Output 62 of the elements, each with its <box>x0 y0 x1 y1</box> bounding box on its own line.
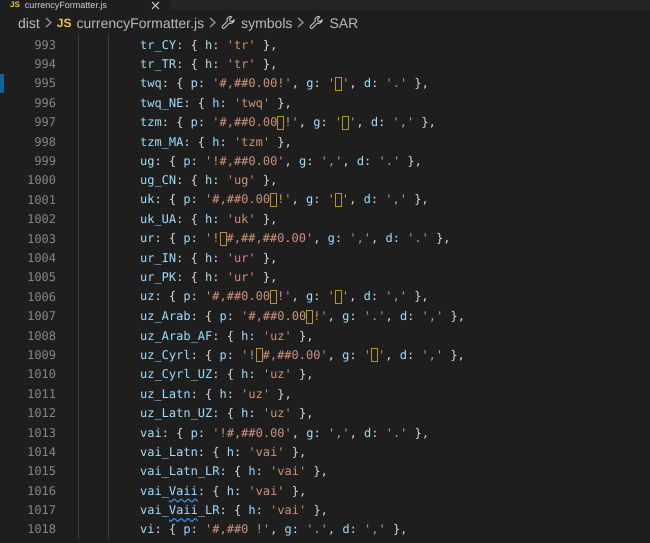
code-line: uz_Cyrl_UZ: { h: 'uz' }, <box>140 367 314 382</box>
line-number: 1015 <box>27 464 56 478</box>
code-line: ur_IN: { h: 'ur' }, <box>140 250 278 265</box>
line-number: 1009 <box>27 348 56 362</box>
line-number: 1014 <box>27 444 56 459</box>
code-line: ug_CN: { h: 'ug' }, <box>140 173 278 188</box>
line-number: 1012 <box>27 406 56 420</box>
code-line: uz_Arab: { p: '#,##0.00 !', g: '.', d: ',' }, <box>140 308 465 324</box>
line-number: 1016 <box>27 484 56 498</box>
line-number: 1004 <box>27 250 56 265</box>
line-number: 1007 <box>27 309 56 324</box>
code-line: ur_PK: { h: 'ur' }, <box>140 270 278 284</box>
line-number: 1003 <box>27 232 56 246</box>
code-line: tzm: { p: '#,##0.00 !', g: ' ', d: ',' }, <box>140 114 436 130</box>
close-icon[interactable] <box>151 0 160 10</box>
line-number: 1008 <box>27 328 56 343</box>
code-line: tr_TR: { h: 'tr' }, <box>140 57 278 72</box>
line-number: 1017 <box>27 503 56 518</box>
code-line: vai_Latn_LR: { h: 'vai' }, <box>140 464 328 478</box>
line-number: 993 <box>34 38 56 52</box>
code-line: uz_Latn: { h: 'uz' }, <box>140 386 292 401</box>
code-line: vai_Vaii_LR: { h: 'vai' }, <box>140 503 328 518</box>
line-number: 1005 <box>27 270 56 284</box>
breadcrumb-item[interactable]: symbols <box>241 14 292 30</box>
line-number: 1006 <box>27 290 56 304</box>
code-line: twq: { p: '#,##0.00!', g: ' ', d: '.' }, <box>140 76 429 91</box>
code-line: uz_Arab_AF: { h: 'uz' }, <box>140 328 314 343</box>
code-line: vi: { p: '#,##0 !', g: '.', d: ',' }, <box>140 522 408 536</box>
code-line: tzm_MA: { h: 'tzm' }, <box>140 134 292 149</box>
code-line: tr_CY: { h: 'tr' }, <box>140 38 278 52</box>
line-number: 997 <box>34 115 56 130</box>
code-line: twq_NE: { h: 'twq' }, <box>140 96 292 110</box>
js-label: JS <box>56 16 72 30</box>
code-line: vai_Latn: { h: 'vai' }, <box>140 444 306 459</box>
code-line: ug: { p: '!#,##0.00', g: ',', d: '.' }, <box>140 154 422 168</box>
line-number: 999 <box>34 154 56 168</box>
line-number: 1000 <box>27 173 56 188</box>
code-line: uz_Latn_UZ: { h: 'uz' }, <box>140 406 314 420</box>
breadcrumb-item[interactable]: dist <box>18 14 40 30</box>
line-number: 1011 <box>27 386 56 401</box>
line-number: 996 <box>34 96 56 110</box>
line-number: 1018 <box>27 522 56 536</box>
code-line: uz: { p: '#,##0.00 !', g: ' ', d: ',' }, <box>140 289 429 304</box>
breadcrumb-item[interactable]: currencyFormatter.js <box>76 14 204 30</box>
chevron-icon <box>44 17 52 28</box>
code-line: uk: { p: '#,##0.00 !', g: ' ', d: ',' }, <box>140 192 429 208</box>
breadcrumb-item[interactable]: SAR <box>329 14 358 30</box>
line-number: 1001 <box>27 192 56 207</box>
chevron-icon <box>297 17 304 28</box>
code-line: vai_Vaii: { h: 'vai' }, <box>140 484 306 498</box>
chevron-icon <box>209 17 216 28</box>
wrench-icon <box>309 15 324 30</box>
wrench-icon <box>221 15 236 30</box>
line-number: 1013 <box>27 426 56 440</box>
code-line: vai: { p: '!#,##0.00', g: ',', d: '.' }, <box>140 426 430 440</box>
line-number: 995 <box>34 76 56 90</box>
line-number: 998 <box>34 134 56 149</box>
editor-tab[interactable]: JS currencyFormatter.js <box>0 0 170 10</box>
line-number: 994 <box>34 57 56 72</box>
line-number: 1002 <box>27 212 56 226</box>
line-number: 1010 <box>27 367 56 382</box>
code-line: uk_UA: { h: 'uk' }, <box>140 212 278 226</box>
